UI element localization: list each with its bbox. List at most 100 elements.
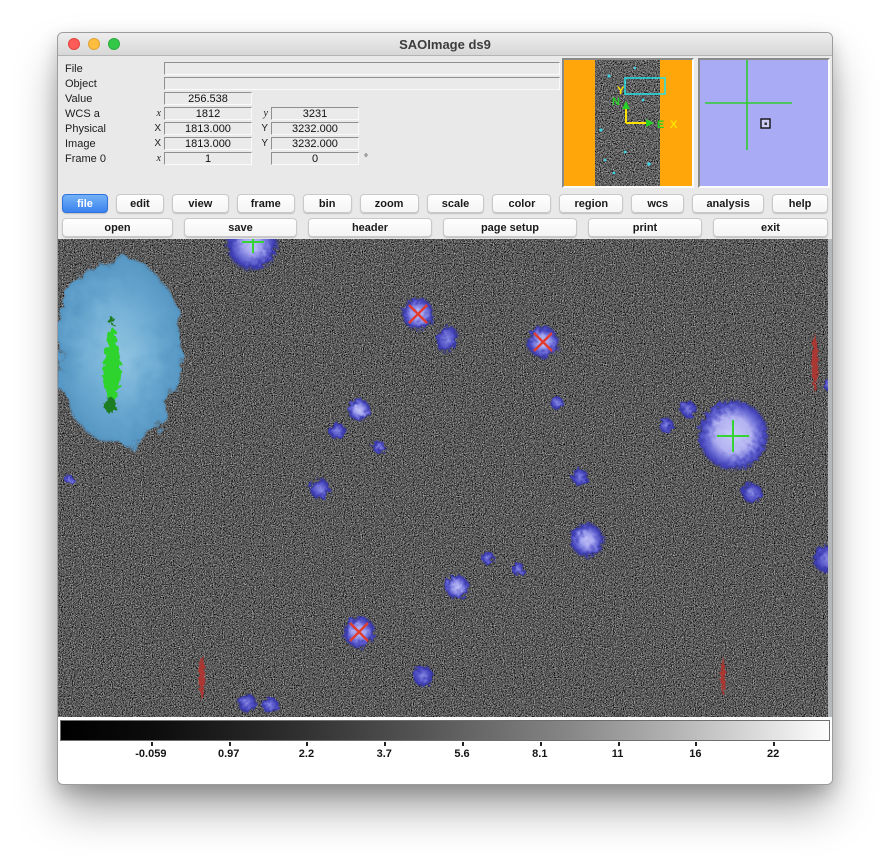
menu-edit-button[interactable]: edit <box>116 194 164 213</box>
image-x-axis-label: X <box>149 138 161 149</box>
colorbar-tick-label: 8.1 <box>532 748 547 760</box>
minimize-button[interactable] <box>88 38 100 50</box>
menu-bar: file edit view frame binzoom scale color region… <box>58 191 832 215</box>
physical-x-axis-label: X <box>149 123 161 134</box>
menu-frame-button[interactable]: frame <box>237 194 295 213</box>
image-x-field[interactable]: 1813.000 <box>164 137 252 150</box>
source-blob <box>328 422 346 440</box>
colorbar-panel: -0.0590.972.23.75.68.1111622 <box>58 717 832 784</box>
menu-zoom-button[interactable]: zoom <box>360 194 419 213</box>
menu-color-button[interactable]: color <box>492 194 551 213</box>
menu-view-button[interactable]: view <box>172 194 229 213</box>
menu-region-button[interactable]: region <box>559 194 623 213</box>
title-bar[interactable]: SAOImage ds9 <box>58 33 832 56</box>
galaxy-blob <box>58 256 183 446</box>
menu-wcs-button[interactable]: wcs <box>631 194 684 213</box>
colorbar-tick-label: 3.7 <box>377 748 392 760</box>
source-blob <box>64 474 74 484</box>
image-label: Image <box>65 138 149 150</box>
galaxy-core-segment <box>107 328 117 346</box>
source-blob <box>309 478 331 500</box>
colorbar-tick-label: 11 <box>612 748 624 760</box>
object-label: Object <box>65 78 149 90</box>
value-field[interactable]: 256.538 <box>164 92 252 105</box>
wcs-x-field[interactable]: 1812 <box>164 107 252 120</box>
colorbar-tick <box>695 742 697 746</box>
wcs-y-axis-label: y <box>256 108 268 119</box>
compass-n-label: N <box>612 96 620 108</box>
colorbar-tick-label: -0.059 <box>135 748 166 760</box>
source-blob <box>412 665 434 687</box>
source-blob <box>261 696 279 714</box>
colorbar-tick <box>462 742 464 746</box>
magnifier[interactable] <box>698 58 830 188</box>
degree-symbol: ° <box>364 153 368 164</box>
galaxy-core-segment <box>104 397 116 413</box>
object-field[interactable] <box>164 77 560 90</box>
menu-analysis-button[interactable]: analysis <box>692 194 764 213</box>
magnifier-cursor-box <box>761 119 770 128</box>
source-blob <box>569 522 605 558</box>
file-field[interactable] <box>164 62 560 75</box>
panner[interactable]: Y N E X <box>562 58 694 188</box>
frame-rotation-field[interactable]: 0 <box>271 152 359 165</box>
wcs-x-axis-label: x <box>149 108 161 119</box>
image-y-field[interactable]: 3232.000 <box>271 137 359 150</box>
file-label: File <box>65 63 149 75</box>
source-blob <box>679 400 697 418</box>
image-canvas[interactable] <box>58 239 832 717</box>
info-panel: File Object Value 256.538 WCS a x 1812 y… <box>58 56 832 191</box>
menu-bin-button[interactable]: bin <box>303 194 352 213</box>
galaxy-core-segment <box>103 341 121 401</box>
source-blob <box>571 468 589 486</box>
physical-y-axis-label: Y <box>256 123 268 134</box>
action-print-button[interactable]: print <box>588 218 702 237</box>
action-save-button[interactable]: save <box>184 218 297 237</box>
source-blob <box>237 693 257 713</box>
colorbar-tick-label: 5.6 <box>454 748 469 760</box>
colorbar-tick <box>306 742 308 746</box>
zoom-button[interactable] <box>108 38 120 50</box>
menu-help-button[interactable]: help <box>772 194 828 213</box>
colorbar-tick <box>229 742 231 746</box>
action-header-button[interactable]: header <box>308 218 432 237</box>
source-blob <box>347 398 371 422</box>
colorbar-tick <box>618 742 620 746</box>
source-blob <box>550 396 564 410</box>
compass-e-label: E <box>657 119 664 131</box>
saturated-galaxy-region <box>58 256 183 446</box>
wcs-y-field[interactable]: 3231 <box>271 107 359 120</box>
menu-scale-button[interactable]: scale <box>427 194 485 213</box>
image-y-axis-label: Y <box>256 138 268 149</box>
action-open-button[interactable]: open <box>62 218 173 237</box>
image-edge-gap <box>828 239 832 717</box>
colorbar-tick-label: 16 <box>689 748 701 760</box>
source-blob <box>444 574 470 600</box>
menu-file-button[interactable]: file <box>62 194 108 213</box>
coordinate-readout: File Object Value 256.538 WCS a x 1812 y… <box>58 56 562 191</box>
physical-y-field[interactable]: 3232.000 <box>271 122 359 135</box>
source-blob <box>481 551 495 565</box>
ds9-window: SAOImage ds9 File Object Value 256.538 W… <box>57 32 833 785</box>
frame-zoom-field[interactable]: 1 <box>164 152 252 165</box>
colorbar-tick <box>773 742 775 746</box>
action-page-setup-button[interactable]: page setup <box>443 218 577 237</box>
galaxy-core-segment <box>109 317 115 325</box>
source-blob <box>658 417 674 433</box>
close-button[interactable] <box>68 38 80 50</box>
frame-label: Frame 0 <box>65 153 149 165</box>
physical-x-field[interactable]: 1813.000 <box>164 122 252 135</box>
physical-label: Physical <box>65 123 149 135</box>
source-blob <box>511 562 525 576</box>
frame-x-axis-label: x <box>149 153 161 164</box>
action-exit-button[interactable]: exit <box>713 218 828 237</box>
colorbar-tick-label: 22 <box>767 748 779 760</box>
colorbar-tick-label: 2.2 <box>299 748 314 760</box>
window-title: SAOImage ds9 <box>399 37 491 52</box>
value-label: Value <box>65 93 149 105</box>
source-blob <box>372 440 386 454</box>
colorbar-gradient[interactable] <box>60 720 830 741</box>
colorbar-tick <box>384 742 386 746</box>
colorbar-tick <box>540 742 542 746</box>
compass-x-label: X <box>670 119 678 131</box>
